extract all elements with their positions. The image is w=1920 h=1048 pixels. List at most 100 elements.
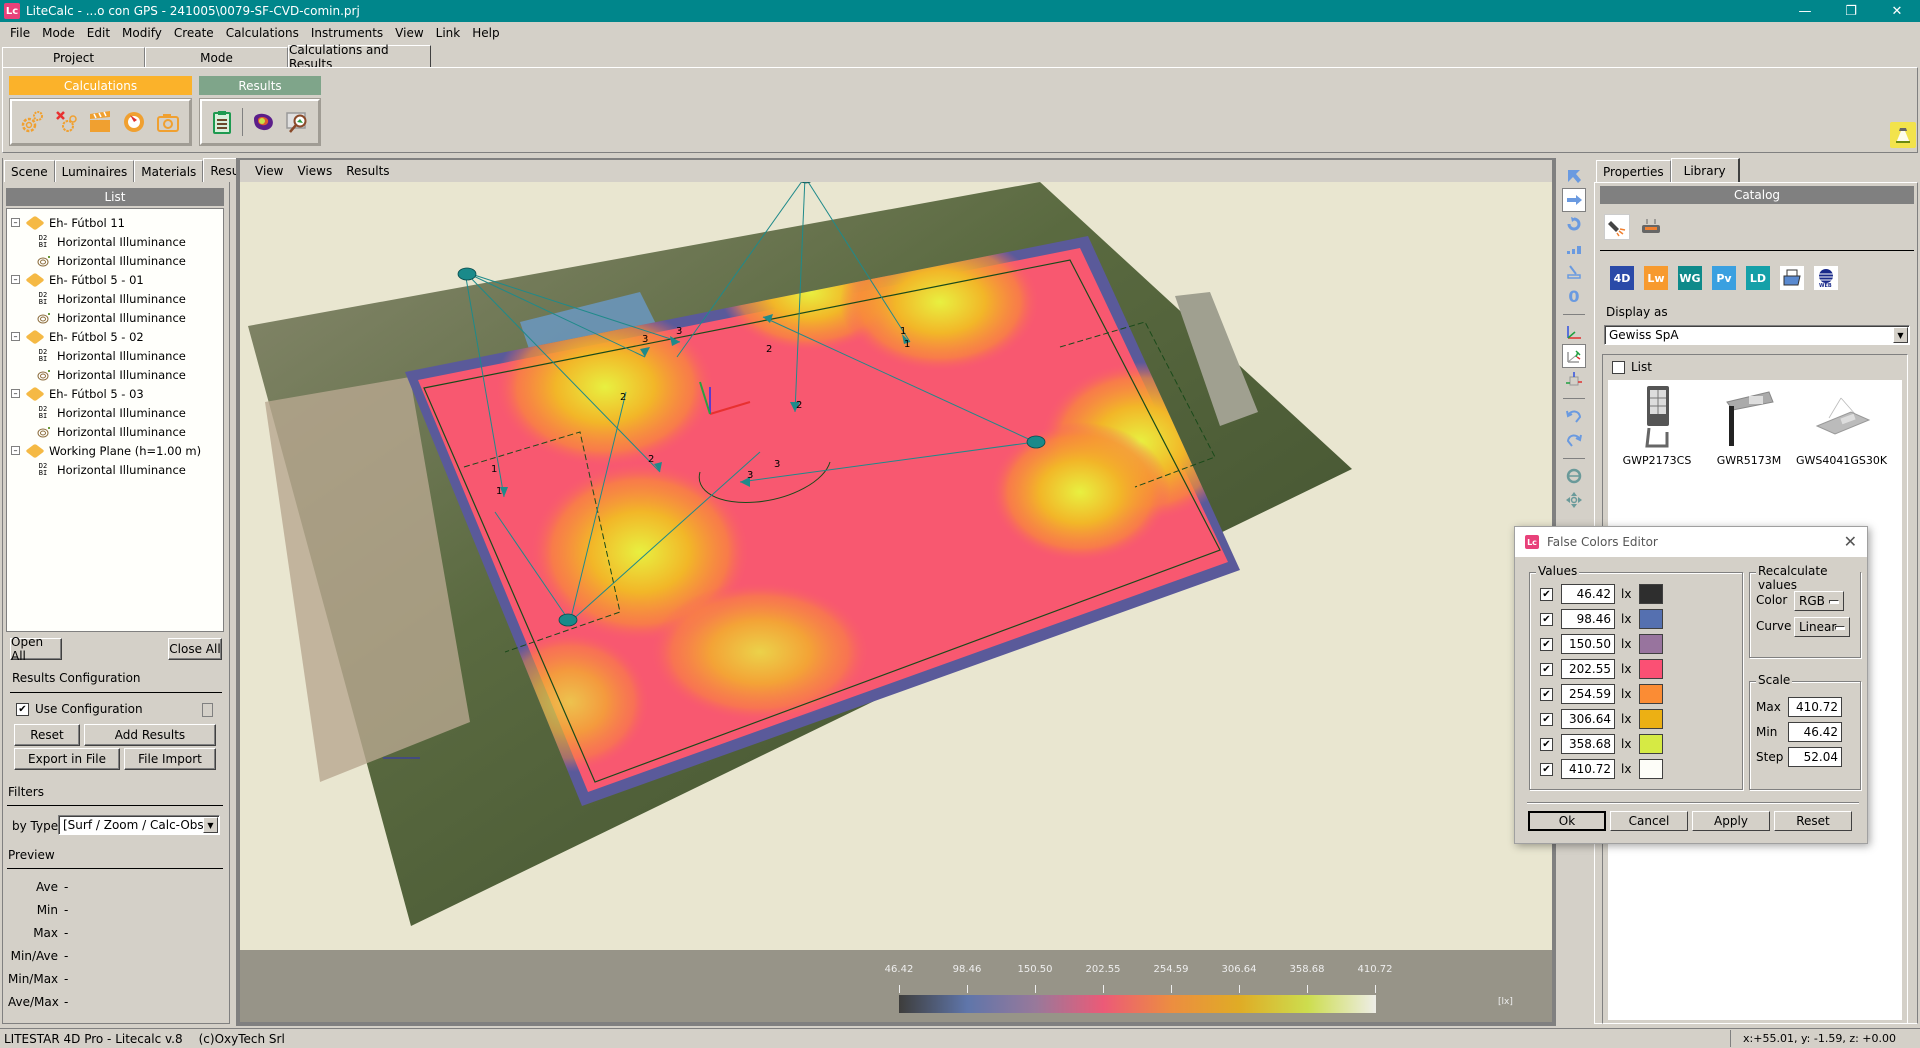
tree-item-futbol-5-03[interactable]: – Eh- Fútbol 5 - 03: [7, 384, 223, 403]
tree-item-result[interactable]: Horizontal Illuminance: [7, 251, 223, 270]
report-clipboard-icon[interactable]: [208, 108, 236, 136]
tree-item-result[interactable]: Horizontal Illuminance: [7, 365, 223, 384]
dropdown-arrow-icon[interactable]: ▼: [1893, 327, 1908, 343]
furniture-catalog-icon[interactable]: [1638, 214, 1664, 240]
rotate-icon[interactable]: [1562, 212, 1586, 236]
luminaire-item[interactable]: GWP2173CS: [1612, 384, 1702, 467]
close-all-button[interactable]: Close All: [168, 638, 222, 660]
tree-item-futbol-5-01[interactable]: – Eh- Fútbol 5 - 01: [7, 270, 223, 289]
close-icon[interactable]: ✕: [1844, 532, 1857, 551]
select-arrow-icon[interactable]: [1562, 164, 1586, 188]
scale-min-input[interactable]: 46.42: [1788, 722, 1842, 742]
tree-item-result[interactable]: D2 BI Horizontal Illuminance: [7, 289, 223, 308]
color-row-checkbox[interactable]: ✔: [1540, 612, 1553, 626]
scale-max-input[interactable]: 410.72: [1788, 697, 1842, 717]
scale-icon[interactable]: [1562, 236, 1586, 260]
tree-item-result[interactable]: D2 BI Horizontal Illuminance: [7, 346, 223, 365]
color-row-checkbox[interactable]: ✔: [1540, 737, 1553, 751]
luminaire-catalog-icon[interactable]: [1604, 214, 1630, 240]
color-value-input[interactable]: 254.59: [1561, 684, 1615, 704]
tab-calculations-and-results[interactable]: Calculations and Results: [288, 43, 431, 71]
viewport-menu-views[interactable]: Views: [290, 164, 339, 178]
color-row-checkbox[interactable]: ✔: [1540, 587, 1553, 601]
axes-icon[interactable]: [1562, 320, 1586, 344]
tab-materials[interactable]: Materials: [134, 160, 204, 182]
restore-button[interactable]: ❐: [1828, 0, 1874, 22]
luminaire-item[interactable]: GWS4041GS30K: [1796, 384, 1887, 467]
color-row-checkbox[interactable]: ✔: [1540, 662, 1553, 676]
calculate-gears-icon[interactable]: [18, 108, 46, 136]
web-icon[interactable]: WEB: [1814, 266, 1838, 290]
luminaire-item[interactable]: GWR5173M: [1704, 384, 1794, 467]
color-swatch[interactable]: [1639, 684, 1663, 704]
color-swatch[interactable]: [1639, 634, 1663, 654]
collapse-icon[interactable]: –: [11, 446, 20, 455]
image-zoom-icon[interactable]: [283, 108, 311, 136]
color-row-checkbox[interactable]: ✔: [1540, 712, 1553, 726]
cancel-button[interactable]: Cancel: [1610, 811, 1688, 831]
source-pv-icon[interactable]: Pv: [1712, 266, 1736, 290]
tree-item-result[interactable]: D2 BI Horizontal Illuminance: [7, 403, 223, 422]
color-swatch[interactable]: [1639, 609, 1663, 629]
color-mode-select[interactable]: RGB: [1794, 591, 1844, 611]
menu-mode[interactable]: Mode: [36, 26, 81, 40]
false-color-icon[interactable]: [249, 108, 277, 136]
viewport-menu-results[interactable]: Results: [339, 164, 396, 178]
color-value-input[interactable]: 46.42: [1561, 584, 1615, 604]
orbit-icon[interactable]: [1562, 464, 1586, 488]
redo-icon[interactable]: [1562, 428, 1586, 452]
curve-select[interactable]: Linear: [1794, 617, 1850, 637]
menu-modify[interactable]: Modify: [116, 26, 168, 40]
3d-viewport[interactable]: 3 3 2 2 2 2 3 3 1 1 1 1: [240, 182, 1552, 950]
color-swatch[interactable]: [1639, 709, 1663, 729]
clapperboard-icon[interactable]: [86, 108, 114, 136]
scale-step-input[interactable]: 52.04: [1788, 747, 1842, 767]
zero-icon[interactable]: 0: [1562, 284, 1586, 308]
lamp-user-icon[interactable]: [1890, 122, 1916, 148]
display-as-select[interactable]: Gewiss SpA ▼: [1604, 325, 1910, 345]
menu-calculations[interactable]: Calculations: [220, 26, 305, 40]
source-ld-icon[interactable]: LD: [1746, 266, 1770, 290]
file-import-button[interactable]: File Import: [124, 748, 216, 770]
color-row-checkbox[interactable]: ✔: [1540, 687, 1553, 701]
dropdown-arrow-icon[interactable]: ▼: [203, 817, 218, 833]
cube-axes-icon[interactable]: [1562, 368, 1586, 392]
source-lw-icon[interactable]: Lw: [1644, 266, 1668, 290]
tree-item-working-plane[interactable]: – Working Plane (h=1.00 m): [7, 441, 223, 460]
color-swatch[interactable]: [1639, 584, 1663, 604]
view-axes-icon[interactable]: [1562, 344, 1586, 368]
menu-file[interactable]: File: [4, 26, 36, 40]
ok-button[interactable]: Ok: [1528, 811, 1606, 831]
use-configuration-checkbox[interactable]: ✔: [16, 702, 29, 716]
undo-icon[interactable]: [1562, 404, 1586, 428]
menu-help[interactable]: Help: [466, 26, 505, 40]
tree-item-futbol-11[interactable]: – Eh- Fútbol 11: [7, 213, 223, 232]
tree-item-result[interactable]: Horizontal Illuminance: [7, 308, 223, 327]
minimize-button[interactable]: —: [1782, 0, 1828, 22]
close-button[interactable]: ✕: [1874, 0, 1920, 22]
menu-edit[interactable]: Edit: [81, 26, 116, 40]
tree-item-result[interactable]: D2 BI Horizontal Illuminance: [7, 232, 223, 251]
viewport-menu-view[interactable]: View: [248, 164, 290, 178]
reset-button[interactable]: Reset: [1774, 811, 1852, 831]
scene-canvas[interactable]: 3 3 2 2 2 2 3 3 1 1 1 1: [240, 182, 1552, 950]
delete-calculation-icon[interactable]: [52, 108, 80, 136]
menu-create[interactable]: Create: [168, 26, 220, 40]
reset-button[interactable]: Reset: [14, 724, 80, 746]
color-value-input[interactable]: 306.64: [1561, 709, 1615, 729]
compass-icon[interactable]: [120, 108, 148, 136]
color-row-checkbox[interactable]: ✔: [1540, 762, 1553, 776]
source-wg-icon[interactable]: WG: [1678, 266, 1702, 290]
color-swatch[interactable]: [1639, 734, 1663, 754]
apply-button[interactable]: Apply: [1692, 811, 1770, 831]
color-value-input[interactable]: 150.50: [1561, 634, 1615, 654]
tab-scene[interactable]: Scene: [4, 160, 55, 182]
tree-item-result[interactable]: D2 BI Horizontal Illuminance: [7, 460, 223, 479]
collapse-icon[interactable]: –: [11, 275, 20, 284]
pan-icon[interactable]: [1562, 488, 1586, 512]
color-row-checkbox[interactable]: ✔: [1540, 637, 1553, 651]
tab-library[interactable]: Library: [1670, 158, 1740, 182]
tree-item-futbol-5-02[interactable]: – Eh- Fútbol 5 - 02: [7, 327, 223, 346]
collapse-icon[interactable]: –: [11, 389, 20, 398]
list-checkbox[interactable]: [1612, 360, 1625, 374]
